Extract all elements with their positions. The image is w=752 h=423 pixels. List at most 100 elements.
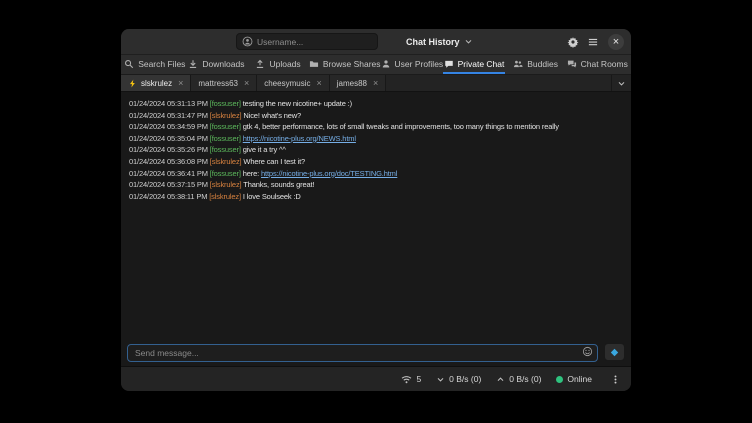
composer [121,342,631,366]
chat-history-label: Chat History [406,37,460,47]
close-tab-icon[interactable]: × [244,78,249,88]
message-username: [slskrulez] [209,192,243,201]
search-icon [124,59,134,69]
message-timestamp: 01/24/2024 05:31:13 PM [129,99,210,108]
upload-status[interactable]: 0 B/s (0) [496,374,541,384]
message-text: give it a try ^^ [243,145,286,154]
chat-message: 01/24/2024 05:31:13 PM [fossuser] testin… [129,98,623,110]
message-text: Where can I test it? [243,157,305,166]
chat-tab-label: mattress63 [198,79,238,88]
buddies-icon [513,59,523,69]
message-timestamp: 01/24/2024 05:36:41 PM [129,169,210,178]
message-timestamp: 01/24/2024 05:35:26 PM [129,145,210,154]
upload-rate: 0 B/s (0) [509,374,541,384]
preferences-button[interactable] [563,32,583,52]
chat-history-dropdown[interactable]: Chat History [406,37,473,47]
online-label: Online [567,374,592,384]
chat-tab-label: james88 [337,79,367,88]
message-username: [slskrulez] [210,180,244,189]
message-timestamp: 01/24/2024 05:35:04 PM [129,134,210,143]
chat-tab-mattress63[interactable]: mattress63 × [191,75,257,91]
user-icon [381,59,391,69]
message-username: [fossuser] [210,134,243,143]
wifi-icon [401,374,412,385]
username-input[interactable] [257,37,372,47]
chat-tab-cheesymusic[interactable]: cheesymusic × [257,75,330,91]
menu-button[interactable] [583,32,603,52]
tab-label: Chat Rooms [581,59,628,69]
chat-message: 01/24/2024 05:35:26 PM [fossuser] give i… [129,144,623,156]
tab-search-files[interactable]: Search Files [124,55,186,74]
chat-tabs-list: slskrulez×mattress63×cheesymusic×james88… [121,75,386,91]
message-username: [fossuser] [210,122,243,131]
chevron-up-icon [496,375,505,384]
chat-rooms-icon [567,59,577,69]
chat-tab-slskrulez[interactable]: slskrulez × [121,75,191,91]
chat-tab-label: cheesymusic [264,79,310,88]
message-username: [slskrulez] [210,111,244,120]
chat-message: 01/24/2024 05:34:59 PM [fossuser] gtk 4,… [129,121,623,133]
message-link[interactable]: https://nicotine-plus.org/doc/TESTING.ht… [261,169,397,178]
message-text: here: [243,169,261,178]
chat-message: 01/24/2024 05:35:04 PM [fossuser] https:… [129,133,623,145]
message-username: [fossuser] [210,169,243,178]
message-timestamp: 01/24/2024 05:31:47 PM [129,111,210,120]
online-dot-icon [556,376,563,383]
chat-log[interactable]: 01/24/2024 05:31:13 PM [fossuser] testin… [121,92,631,342]
message-text: Thanks, sounds great! [243,180,314,189]
tab-label: Uploads [269,59,300,69]
kebab-menu-icon [610,374,621,385]
tab-user-profiles[interactable]: User Profiles [381,55,444,74]
message-text: testing the new nicotine+ update :) [243,99,352,108]
chat-tab-label: slskrulez [141,79,172,88]
chat-message: 01/24/2024 05:36:08 PM [slskrulez] Where… [129,156,623,168]
tab-downloads[interactable]: Downloads [186,55,248,74]
connections-status[interactable]: 5 [401,374,421,385]
connections-count: 5 [416,374,421,384]
chat-message-input[interactable] [127,344,598,362]
tab-buddies[interactable]: Buddies [505,55,567,74]
gear-icon [567,36,579,48]
message-timestamp: 01/24/2024 05:34:59 PM [129,122,210,131]
chat-message: 01/24/2024 05:38:11 PM [slskrulez] I lov… [129,191,623,203]
headerbar: Chat History × [121,29,631,55]
chat-icon [444,59,454,69]
user-avatar-icon [242,36,253,47]
emoji-picker-icon[interactable] [582,346,593,357]
tab-browse-shares[interactable]: Browse Shares [309,55,381,74]
nicotine-window: Chat History × Search FilesDownloads Uplo… [120,28,632,392]
tab-private-chat[interactable]: Private Chat [443,55,505,74]
tab-label: User Profiles [395,59,444,69]
tab-chat-rooms[interactable]: Chat Rooms [566,55,628,74]
chat-message: 01/24/2024 05:31:47 PM [slskrulez] Nice!… [129,110,623,122]
chevron-down-icon [436,375,445,384]
chat-tab-james88[interactable]: james88 × [330,75,387,91]
highlight-icon [128,79,137,88]
message-username: [fossuser] [210,99,243,108]
close-tab-icon[interactable]: × [178,78,183,88]
nicotine-plus-button[interactable] [604,343,625,361]
upload-icon [255,59,265,69]
folder-icon [309,59,319,69]
tab-uploads[interactable]: Uploads [247,55,309,74]
chevron-down-icon [617,79,626,88]
tab-label: Private Chat [458,59,505,69]
desktop-background: Chat History × Search FilesDownloads Uplo… [0,0,752,423]
message-link[interactable]: https://nicotine-plus.org/NEWS.html [243,134,356,143]
close-tab-icon[interactable]: × [316,78,321,88]
status-menu-button[interactable] [607,369,623,389]
tab-overflow-button[interactable] [611,75,631,91]
tab-label: Buddies [527,59,558,69]
online-status[interactable]: Online [556,374,592,384]
close-window-button[interactable]: × [608,34,624,50]
chat-tab-bar: slskrulez×mattress63×cheesymusic×james88… [121,75,631,92]
message-timestamp: 01/24/2024 05:38:11 PM [129,192,209,201]
message-username: [fossuser] [210,145,243,154]
close-tab-icon[interactable]: × [373,78,378,88]
message-text: gtk 4, better performance, lots of small… [243,122,559,131]
message-timestamp: 01/24/2024 05:36:08 PM [129,157,210,166]
tab-label: Browse Shares [323,59,381,69]
download-status[interactable]: 0 B/s (0) [436,374,481,384]
chat-message: 01/24/2024 05:36:41 PM [fossuser] here: … [129,168,623,180]
username-entry[interactable] [236,33,378,50]
